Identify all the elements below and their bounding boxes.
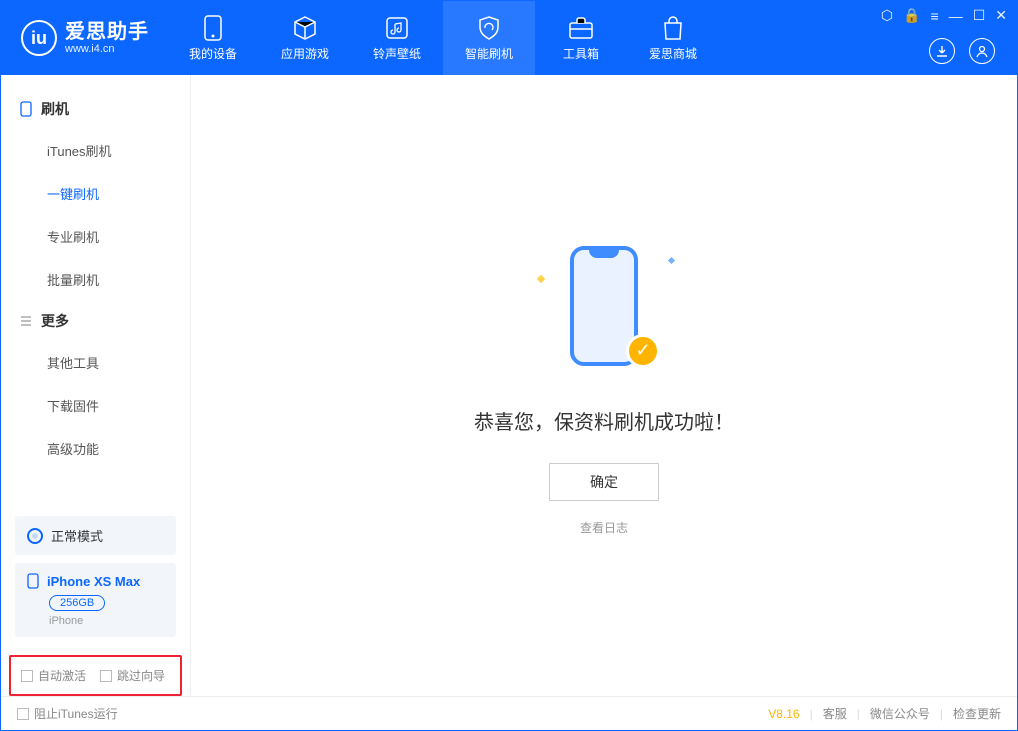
phone-icon (19, 102, 33, 116)
maximize-button[interactable]: ☐ (973, 7, 986, 24)
checkbox-block-itunes[interactable]: 阻止iTunes运行 (17, 705, 118, 722)
close-button[interactable]: ✕ (995, 7, 1007, 24)
titlebar: ⬡ 🔒 ≡ — ☐ ✕ iu 爱思助手 www.i4.cn 我的设备 应用游戏 (1, 1, 1017, 75)
nav-toolbox[interactable]: 工具箱 (535, 1, 627, 75)
checkbox-skip-wizard[interactable]: 跳过向导 (100, 667, 165, 684)
app-title: 爱思助手 (65, 21, 149, 43)
success-illustration: ✓ (544, 236, 664, 386)
mode-label: 正常模式 (51, 526, 103, 545)
logo: iu 爱思助手 www.i4.cn (1, 1, 167, 75)
app-subtitle: www.i4.cn (65, 43, 149, 55)
shirt-icon[interactable]: ⬡ (881, 7, 893, 24)
top-nav: 我的设备 应用游戏 铃声壁纸 智能刷机 工具箱 爱思商城 (167, 1, 719, 75)
cube-icon (292, 15, 318, 41)
device-subtype: iPhone (49, 615, 164, 627)
main-content: ✓ 恭喜您，保资料刷机成功啦！ 确定 查看日志 (191, 75, 1017, 696)
device-icon (200, 15, 226, 41)
sidebar-section-flash: 刷机 (1, 89, 190, 129)
device-name: iPhone XS Max (47, 574, 140, 589)
sidebar: 刷机 iTunes刷机 一键刷机 专业刷机 批量刷机 更多 其他工具 下载固件 … (1, 75, 191, 696)
nav-smart-flash[interactable]: 智能刷机 (443, 1, 535, 75)
checkbox-auto-activate[interactable]: 自动激活 (21, 667, 86, 684)
options-highlight: 自动激活 跳过向导 (9, 655, 182, 696)
shopping-bag-icon (660, 15, 686, 41)
window-controls: ⬡ 🔒 ≡ — ☐ ✕ (881, 7, 1007, 24)
footer-link-wechat[interactable]: 微信公众号 (870, 705, 930, 722)
device-card[interactable]: iPhone XS Max 256GB iPhone (15, 563, 176, 637)
check-badge-icon: ✓ (626, 334, 660, 368)
sidebar-item-pro-flash[interactable]: 专业刷机 (1, 215, 190, 258)
version-label: V8.16 (768, 707, 799, 721)
app-window: ⬡ 🔒 ≡ — ☐ ✕ iu 爱思助手 www.i4.cn 我的设备 应用游戏 (0, 0, 1018, 731)
download-button[interactable] (929, 38, 955, 64)
sidebar-item-batch-flash[interactable]: 批量刷机 (1, 258, 190, 301)
view-log-link[interactable]: 查看日志 (580, 519, 628, 536)
mode-dot-icon (27, 528, 43, 544)
lock-icon[interactable]: 🔒 (903, 7, 920, 24)
nav-store[interactable]: 爱思商城 (627, 1, 719, 75)
sidebar-item-other-tools[interactable]: 其他工具 (1, 341, 190, 384)
shield-refresh-icon (476, 15, 502, 41)
body: 刷机 iTunes刷机 一键刷机 专业刷机 批量刷机 更多 其他工具 下载固件 … (1, 75, 1017, 696)
minimize-button[interactable]: — (949, 8, 963, 24)
footer-link-support[interactable]: 客服 (823, 705, 847, 722)
ok-button[interactable]: 确定 (549, 463, 659, 501)
footer-link-update[interactable]: 检查更新 (953, 705, 1001, 722)
logo-icon: iu (21, 20, 57, 56)
device-capacity: 256GB (49, 595, 105, 611)
music-icon (384, 15, 410, 41)
menu-icon[interactable]: ≡ (931, 8, 939, 24)
sidebar-item-itunes-flash[interactable]: iTunes刷机 (1, 129, 190, 172)
list-icon (19, 314, 33, 328)
nav-ringtone-wallpaper[interactable]: 铃声壁纸 (351, 1, 443, 75)
sidebar-section-more: 更多 (1, 301, 190, 341)
sidebar-item-oneclick-flash[interactable]: 一键刷机 (1, 172, 190, 215)
mode-indicator[interactable]: 正常模式 (15, 516, 176, 555)
sidebar-item-download-firmware[interactable]: 下载固件 (1, 384, 190, 427)
sidebar-item-advanced[interactable]: 高级功能 (1, 427, 190, 470)
toolbox-icon (568, 15, 594, 41)
success-title: 恭喜您，保资料刷机成功啦！ (474, 406, 734, 435)
user-button[interactable] (969, 38, 995, 64)
footer: 阻止iTunes运行 V8.16 | 客服 | 微信公众号 | 检查更新 (1, 696, 1017, 730)
nav-my-device[interactable]: 我的设备 (167, 1, 259, 75)
nav-apps-games[interactable]: 应用游戏 (259, 1, 351, 75)
device-phone-icon (27, 573, 39, 589)
